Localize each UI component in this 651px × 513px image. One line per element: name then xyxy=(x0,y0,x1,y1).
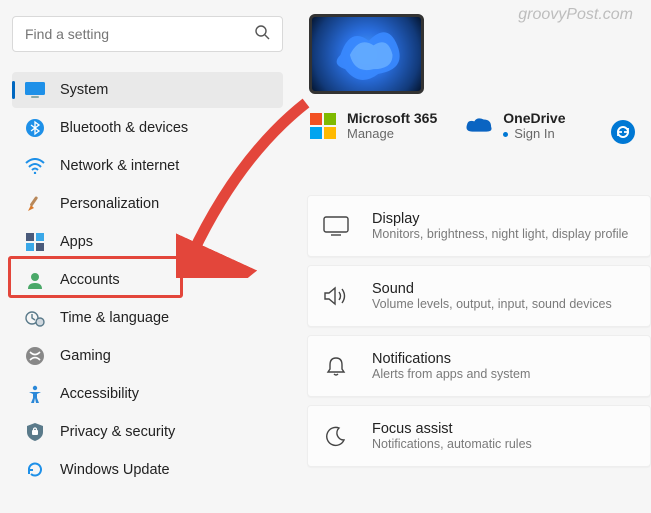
sidebar-item-personalization[interactable]: Personalization xyxy=(12,186,283,222)
account-tiles: Microsoft 365 Manage OneDrive Sign In xyxy=(309,110,651,141)
sidebar-item-label: Accessibility xyxy=(60,386,139,402)
bell-icon xyxy=(322,352,350,380)
tile-subtitle: Manage xyxy=(347,126,437,141)
sidebar-item-label: Network & internet xyxy=(60,158,179,174)
paintbrush-icon xyxy=(24,193,46,215)
sidebar-item-label: Apps xyxy=(60,234,93,250)
watermark-text: groovyPost.com xyxy=(518,6,633,24)
card-display[interactable]: Display Monitors, brightness, night ligh… xyxy=(307,195,651,257)
onedrive-icon xyxy=(465,112,493,140)
moon-icon xyxy=(322,422,350,450)
sidebar-nav: System Bluetooth & devices Network & int… xyxy=(12,72,283,488)
sidebar-item-label: Privacy & security xyxy=(60,424,175,440)
sidebar: System Bluetooth & devices Network & int… xyxy=(0,0,295,513)
sidebar-item-privacy[interactable]: Privacy & security xyxy=(12,414,283,450)
update-icon xyxy=(24,459,46,481)
tile-subtitle: Sign In xyxy=(503,126,565,141)
refresh-icon xyxy=(616,125,630,139)
desktop-thumbnail[interactable] xyxy=(309,14,424,94)
card-focus-assist[interactable]: Focus assist Notifications, automatic ru… xyxy=(307,405,651,467)
microsoft-logo-icon xyxy=(309,112,337,140)
card-title: Focus assist xyxy=(372,421,532,437)
sidebar-item-label: Accounts xyxy=(60,272,120,288)
card-subtitle: Monitors, brightness, night light, displ… xyxy=(372,227,628,241)
sidebar-item-label: Time & language xyxy=(60,310,169,326)
sidebar-item-gaming[interactable]: Gaming xyxy=(12,338,283,374)
xbox-icon xyxy=(24,345,46,367)
card-sound[interactable]: Sound Volume levels, output, input, soun… xyxy=(307,265,651,327)
sidebar-item-network[interactable]: Network & internet xyxy=(12,148,283,184)
sidebar-item-apps[interactable]: Apps xyxy=(12,224,283,260)
settings-cards: Display Monitors, brightness, night ligh… xyxy=(307,195,651,467)
card-title: Sound xyxy=(372,281,612,297)
tile-title: Microsoft 365 xyxy=(347,110,437,126)
sidebar-item-accounts[interactable]: Accounts xyxy=(12,262,283,298)
sidebar-item-label: Gaming xyxy=(60,348,111,364)
card-subtitle: Alerts from apps and system xyxy=(372,367,530,381)
sidebar-item-windows-update[interactable]: Windows Update xyxy=(12,452,283,488)
tile-title: OneDrive xyxy=(503,110,565,126)
card-notifications[interactable]: Notifications Alerts from apps and syste… xyxy=(307,335,651,397)
search-icon xyxy=(254,24,270,45)
accessibility-icon xyxy=(24,383,46,405)
card-subtitle: Notifications, automatic rules xyxy=(372,437,532,451)
sidebar-item-accessibility[interactable]: Accessibility xyxy=(12,376,283,412)
card-title: Notifications xyxy=(372,351,530,367)
search-input[interactable] xyxy=(25,26,254,42)
sound-icon xyxy=(322,282,350,310)
sidebar-item-label: Bluetooth & devices xyxy=(60,120,188,136)
main-panel: groovyPost.com Microsoft 365 Manage One xyxy=(295,0,651,513)
sidebar-item-bluetooth[interactable]: Bluetooth & devices xyxy=(12,110,283,146)
card-title: Display xyxy=(372,211,628,227)
refresh-button[interactable] xyxy=(611,120,635,144)
apps-icon xyxy=(24,231,46,253)
wifi-icon xyxy=(24,155,46,177)
bluetooth-icon xyxy=(24,117,46,139)
sidebar-item-label: Windows Update xyxy=(60,462,170,478)
sidebar-item-time-language[interactable]: Time & language xyxy=(12,300,283,336)
shield-icon xyxy=(24,421,46,443)
search-box[interactable] xyxy=(12,16,283,52)
display-icon xyxy=(322,212,350,240)
sidebar-item-label: Personalization xyxy=(60,196,159,212)
system-icon xyxy=(24,79,46,101)
ms365-tile[interactable]: Microsoft 365 Manage xyxy=(309,110,437,141)
clock-globe-icon xyxy=(24,307,46,329)
card-subtitle: Volume levels, output, input, sound devi… xyxy=(372,297,612,311)
onedrive-tile[interactable]: OneDrive Sign In xyxy=(465,110,565,141)
status-dot-icon xyxy=(503,132,508,137)
sidebar-item-system[interactable]: System xyxy=(12,72,283,108)
person-icon xyxy=(24,269,46,291)
sidebar-item-label: System xyxy=(60,82,108,98)
